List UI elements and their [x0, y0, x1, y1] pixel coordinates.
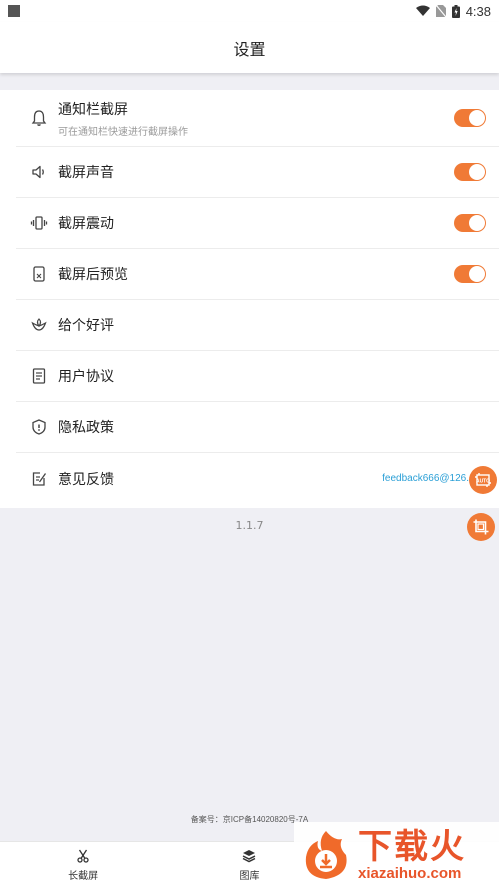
setting-label: 意见反馈 [58, 471, 114, 488]
speaker-icon [30, 163, 48, 181]
setting-label: 隐私政策 [58, 420, 114, 436]
tab-long-screenshot[interactable]: 长截屏 [0, 842, 166, 888]
shield-icon [30, 418, 48, 436]
setting-label: 截屏后预览 [58, 267, 128, 283]
fire-logo-icon [305, 831, 347, 879]
setting-notification-screenshot[interactable]: 通知栏截屏 可在通知栏快速进行截屏操作 [16, 90, 499, 147]
tab-label: 图库 [239, 870, 260, 882]
auto-screenshot-float-button[interactable]: AUTO [469, 466, 497, 494]
setting-screenshot-vibration[interactable]: 截屏震动 [16, 198, 499, 249]
setting-label: 给个好评 [58, 318, 114, 334]
setting-screenshot-sound[interactable]: 截屏声音 [16, 147, 499, 198]
notification-screenshot-toggle[interactable] [454, 109, 486, 127]
status-right: 4:38 [415, 3, 491, 19]
auto-crop-icon: AUTO [475, 473, 491, 487]
page-title: 设置 [233, 39, 266, 59]
setting-feedback[interactable]: 意见反馈 feedback666@126. [16, 453, 499, 504]
setting-rate-app[interactable]: 给个好评 [16, 300, 499, 351]
tab-label: 长截屏 [68, 870, 99, 882]
screenshot-sound-toggle[interactable] [454, 163, 486, 181]
svg-text:AUTO: AUTO [476, 479, 490, 485]
scissors-icon [77, 849, 89, 863]
watermark-cn: 下载火 [358, 827, 466, 867]
phone-preview-icon [30, 265, 48, 283]
bell-icon [30, 109, 48, 127]
watermark-en: xiazaihuo.com [358, 865, 462, 882]
layers-icon [243, 849, 256, 862]
battery-icon [451, 4, 460, 18]
setting-privacy-policy[interactable]: 隐私政策 [16, 402, 499, 453]
no-sim-icon [435, 5, 446, 17]
setting-preview-after-screenshot[interactable]: 截屏后预览 [16, 249, 499, 300]
flower-icon [30, 316, 48, 334]
setting-label: 通知栏截屏 [58, 101, 128, 118]
setting-label: 截屏震动 [58, 216, 114, 232]
status-bar: 4:38 [0, 0, 499, 22]
vibrate-icon [30, 214, 48, 232]
document-icon [30, 367, 48, 385]
title-bar: 设置 [0, 22, 499, 73]
setting-user-agreement[interactable]: 用户协议 [16, 351, 499, 402]
feedback-email-link[interactable]: feedback666@126. [382, 473, 469, 484]
wifi-icon [415, 5, 430, 16]
setting-label: 用户协议 [58, 369, 114, 385]
screenshot-vibration-toggle[interactable] [454, 214, 486, 232]
notification-icon [8, 5, 20, 17]
settings-list: 通知栏截屏 可在通知栏快速进行截屏操作 截屏声音 截屏震动 截屏后预览 给个好评… [0, 90, 499, 508]
feedback-icon [30, 470, 48, 488]
setting-description: 可在通知栏快速进行截屏操作 [58, 126, 188, 138]
clock: 4:38 [465, 3, 491, 19]
app-version: 1.1.7 [235, 519, 264, 532]
preview-toggle[interactable] [454, 265, 486, 283]
setting-label: 截屏声音 [58, 165, 114, 181]
watermark: 下载火 xiazaihuo.com [294, 822, 499, 888]
